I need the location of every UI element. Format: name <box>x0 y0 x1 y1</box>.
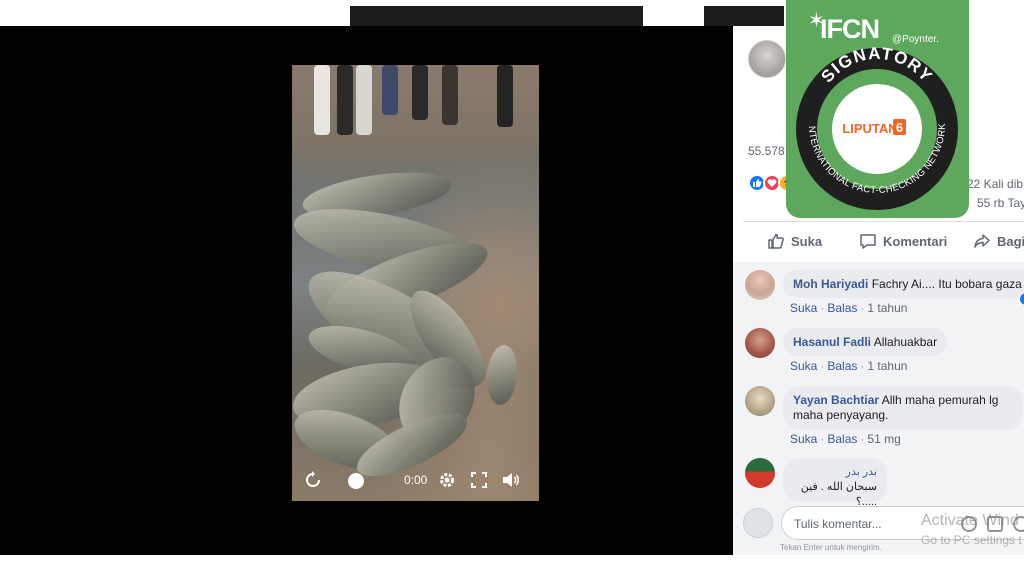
video-player[interactable]: 0:00 <box>292 65 539 501</box>
video-person <box>314 65 330 135</box>
comment-reply-link[interactable]: Balas <box>827 301 857 315</box>
avatar <box>743 508 773 538</box>
replay-icon[interactable] <box>302 469 324 491</box>
avatar[interactable] <box>745 328 775 358</box>
comment-button-label: Komentari <box>883 233 948 249</box>
comment-bubble: Moh Hariyadi Fachry Ai.... Itu bobara ga… <box>783 270 1024 298</box>
comment-text: Allahuakbar <box>873 335 938 349</box>
video-person <box>412 65 428 120</box>
comment-text: Fachry Ai.... Itu bobara gaza <box>871 277 1022 291</box>
page-avatar[interactable] <box>748 40 786 78</box>
progress-scrubber[interactable] <box>348 473 364 489</box>
volume-icon[interactable] <box>500 469 522 491</box>
comment-meta: Suka · Balas · 1 tahun <box>790 359 908 373</box>
view-count: 55 rb Tay <box>977 196 1024 210</box>
share-icon <box>974 234 990 248</box>
comment-bubble: Yayan Bachtiar Allh maha pemurah lg maha… <box>783 386 1023 430</box>
activate-windows-subtext: Go to PC settings t <box>921 533 1022 547</box>
top-dark-bar <box>350 6 643 26</box>
comment-author[interactable]: Moh Hariyadi <box>793 277 868 291</box>
outlet-logo-number: 6 <box>896 120 903 135</box>
signatory-seal: SIGNATORY INTERNATIONAL FACT-CHECKING NE… <box>786 0 958 210</box>
avatar[interactable] <box>745 458 775 488</box>
thumbs-up-icon <box>768 233 784 249</box>
comment-author[interactable]: Hasanul Fadli <box>793 335 871 349</box>
comment-meta: Suka · Balas · 1 tahun <box>790 301 908 315</box>
comment-reply-link[interactable]: Balas <box>827 359 857 373</box>
comment-meta: Suka · Balas · 51 mg <box>790 432 901 446</box>
activate-windows-watermark: Activate Wind <box>921 512 1019 529</box>
comment-reply-link[interactable]: Balas <box>827 432 857 446</box>
fullscreen-icon[interactable] <box>468 469 490 491</box>
comment-age[interactable]: 51 mg <box>867 432 900 446</box>
comment-bubble: Hasanul Fadli Allahuakbar <box>783 328 948 356</box>
comment-like-link[interactable]: Suka <box>790 359 817 373</box>
post-actions: Suka Komentari Bagi <box>733 228 1024 256</box>
like-button[interactable]: Suka <box>767 232 822 250</box>
like-button-label: Suka <box>791 233 823 249</box>
ifcn-signatory-badge: ✶ IFCN @Poynter. SIGNATORY INTERNATIONAL… <box>786 0 969 218</box>
video-person <box>497 65 513 127</box>
share-button[interactable]: Bagi <box>973 232 1024 250</box>
video-person <box>442 65 458 125</box>
video-person <box>356 65 372 135</box>
comment-like-badge <box>1019 292 1024 306</box>
outlet-logo: LIPUTAN <box>842 121 897 136</box>
comment-bubble: بدر بدر سبحان الله . فين .....؟ <box>783 458 887 508</box>
comment-age[interactable]: 1 tahun <box>867 359 907 373</box>
comment-icon <box>860 234 876 249</box>
gear-icon[interactable] <box>436 469 458 491</box>
video-person <box>337 65 353 135</box>
composer-hint: Tekan Enter untuk mengirim. <box>780 543 882 552</box>
comment-like-link[interactable]: Suka <box>790 432 817 446</box>
share-button-label: Bagi <box>997 233 1024 249</box>
comment-button[interactable]: Komentari <box>859 232 947 250</box>
avatar[interactable] <box>745 270 775 300</box>
comment-author[interactable]: Yayan Bachtiar <box>793 393 879 407</box>
divider <box>743 221 1024 222</box>
comment-author[interactable]: بدر بدر <box>793 465 877 480</box>
video-person <box>382 65 398 115</box>
video-controls: 0:00 <box>292 459 539 501</box>
bottom-strip <box>0 555 1024 576</box>
post-view-info: 55.578 <box>748 144 785 158</box>
comment-like-link[interactable]: Suka <box>790 301 817 315</box>
top-dark-bar-right <box>704 6 784 26</box>
video-time: 0:00 <box>404 473 428 487</box>
comment-age[interactable]: 1 tahun <box>867 301 907 315</box>
avatar[interactable] <box>745 386 775 416</box>
